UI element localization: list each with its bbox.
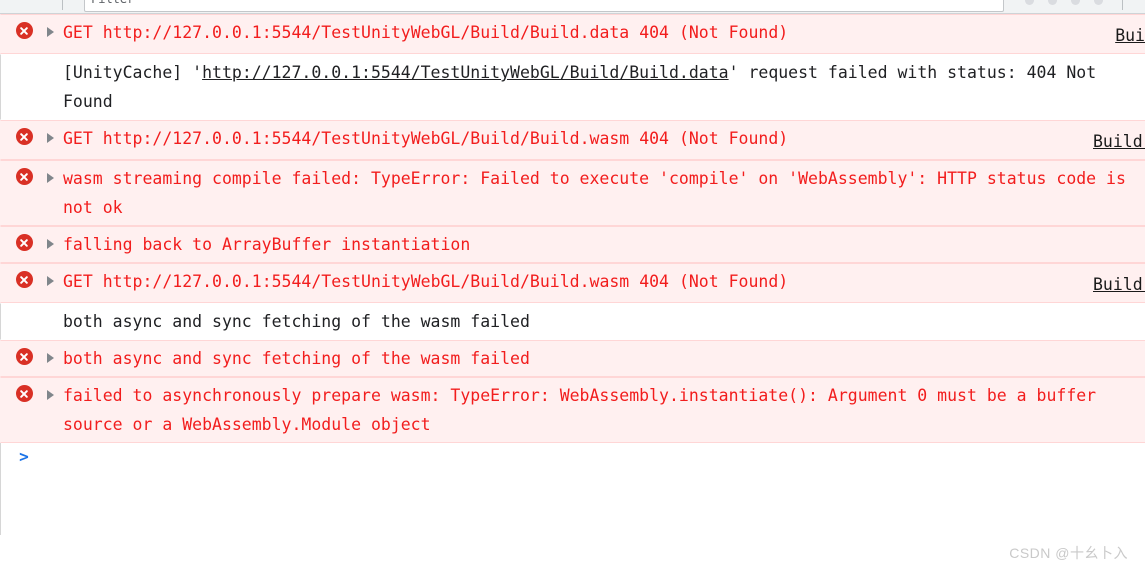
message-prefix: [UnityCache] ' bbox=[63, 63, 203, 82]
expand-arrow-placeholder bbox=[47, 58, 61, 67]
row-gutter bbox=[1, 124, 47, 145]
console-row[interactable]: both async and sync fetching of the wasm… bbox=[0, 303, 1145, 340]
source-link[interactable]: Bui bbox=[1115, 18, 1145, 50]
expand-arrow-icon[interactable] bbox=[47, 164, 61, 183]
console-empty-area bbox=[0, 471, 1145, 535]
error-circle-icon bbox=[15, 348, 33, 365]
console-row[interactable]: [UnityCache] 'http://127.0.0.1:5544/Test… bbox=[0, 54, 1145, 120]
error-circle-icon bbox=[15, 271, 33, 288]
toolbar-overflow-icons[interactable] bbox=[1025, 0, 1103, 5]
toolbar-divider bbox=[62, 0, 63, 10]
error-circle-icon bbox=[15, 234, 33, 251]
expand-arrow-icon[interactable] bbox=[47, 124, 61, 143]
console-message-text: [UnityCache] 'http://127.0.0.1:5544/Test… bbox=[63, 58, 1145, 116]
console-message-text: failed to asynchronously prepare wasm: T… bbox=[63, 386, 1107, 434]
console-message-text: both async and sync fetching of the wasm… bbox=[63, 349, 530, 368]
filter-input[interactable]: Filter bbox=[84, 0, 1004, 12]
row-gutter bbox=[1, 230, 47, 251]
row-gutter bbox=[1, 18, 47, 39]
toolbar-dot-icon bbox=[1025, 0, 1034, 5]
response-status: 404 bbox=[639, 272, 669, 291]
console-message-text: wasm streaming compile failed: TypeError… bbox=[63, 169, 1136, 217]
expand-arrow-icon[interactable] bbox=[47, 344, 61, 363]
console-row[interactable]: both async and sync fetching of the wasm… bbox=[0, 340, 1145, 377]
request-url-link[interactable]: http://127.0.0.1:5544/TestUnityWebGL/Bui… bbox=[103, 23, 630, 42]
console-toolbar: Filter bbox=[0, 0, 1145, 14]
row-gutter bbox=[1, 381, 47, 402]
console-row[interactable]: failed to asynchronously prepare wasm: T… bbox=[0, 377, 1145, 443]
error-circle-icon bbox=[15, 22, 33, 39]
row-gutter bbox=[1, 307, 47, 311]
request-method: GET bbox=[63, 23, 93, 42]
console-row[interactable]: GET http://127.0.0.1:5544/TestUnityWebGL… bbox=[0, 120, 1145, 160]
console-row[interactable]: falling back to ArrayBuffer instantiatio… bbox=[0, 226, 1145, 263]
console-message-text: GET http://127.0.0.1:5544/TestUnityWebGL… bbox=[63, 18, 1115, 47]
error-circle-icon bbox=[15, 128, 33, 145]
request-method: GET bbox=[63, 129, 93, 148]
toolbar-dot-icon bbox=[1048, 0, 1057, 5]
expand-arrow-placeholder bbox=[47, 307, 61, 316]
row-gutter bbox=[1, 344, 47, 365]
expand-arrow-icon[interactable] bbox=[47, 381, 61, 400]
request-url-link[interactable]: http://127.0.0.1:5544/TestUnityWebGL/Bui… bbox=[103, 129, 630, 148]
console-row[interactable]: GET http://127.0.0.1:5544/TestUnityWebGL… bbox=[0, 14, 1145, 54]
toolbar-dot-icon bbox=[1071, 0, 1080, 5]
console-message-text: both async and sync fetching of the wasm… bbox=[63, 312, 530, 331]
response-status-text: (Not Found) bbox=[678, 23, 789, 42]
console-row[interactable]: wasm streaming compile failed: TypeError… bbox=[0, 160, 1145, 226]
request-url-link[interactable]: http://127.0.0.1:5544/TestUnityWebGL/Bui… bbox=[202, 63, 729, 82]
error-circle-icon bbox=[15, 385, 33, 402]
response-status-text: (Not Found) bbox=[678, 272, 789, 291]
console-message-text: falling back to ArrayBuffer instantiatio… bbox=[63, 235, 471, 254]
toolbar-divider bbox=[1122, 0, 1123, 10]
toolbar-dot-icon bbox=[1094, 0, 1103, 5]
expand-arrow-icon[interactable] bbox=[47, 267, 61, 286]
error-circle-icon bbox=[15, 168, 33, 185]
console-message-text: GET http://127.0.0.1:5544/TestUnityWebGL… bbox=[63, 124, 1093, 153]
console-message-text: GET http://127.0.0.1:5544/TestUnityWebGL… bbox=[63, 267, 1093, 296]
expand-arrow-icon[interactable] bbox=[47, 18, 61, 37]
console-message-list: GET http://127.0.0.1:5544/TestUnityWebGL… bbox=[0, 14, 1145, 443]
request-method: GET bbox=[63, 272, 93, 291]
request-url-link[interactable]: http://127.0.0.1:5544/TestUnityWebGL/Bui… bbox=[103, 272, 630, 291]
watermark: CSDN @十幺卜入 bbox=[1009, 545, 1128, 561]
row-gutter bbox=[1, 164, 47, 185]
filter-input-value: Filter bbox=[91, 0, 997, 8]
response-status-text: (Not Found) bbox=[678, 129, 789, 148]
row-gutter bbox=[1, 267, 47, 288]
console-prompt[interactable]: > bbox=[0, 443, 1145, 471]
row-gutter bbox=[1, 58, 47, 62]
console-row[interactable]: GET http://127.0.0.1:5544/TestUnityWebGL… bbox=[0, 263, 1145, 303]
expand-arrow-icon[interactable] bbox=[47, 230, 61, 249]
prompt-chevron-icon: > bbox=[19, 447, 29, 466]
response-status: 404 bbox=[639, 129, 669, 148]
source-link[interactable]: Build. bbox=[1093, 267, 1145, 299]
response-status: 404 bbox=[639, 23, 669, 42]
source-link[interactable]: Build. bbox=[1093, 124, 1145, 156]
